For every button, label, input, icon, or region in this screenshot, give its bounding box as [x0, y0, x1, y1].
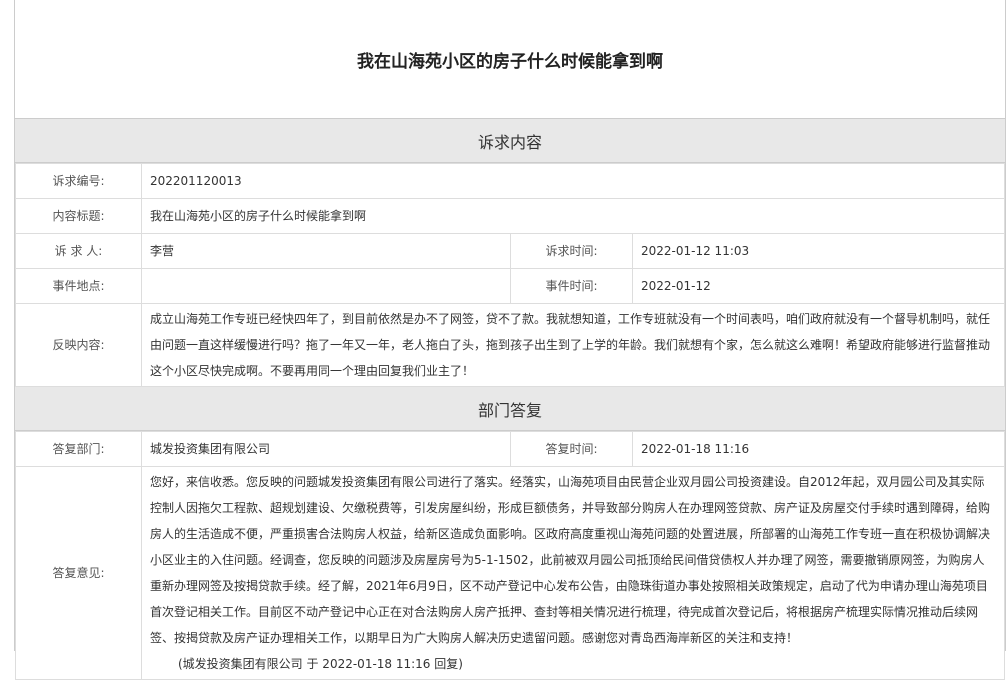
content-value: 成立山海苑工作专班已经快四年了，到目前依然是办不了网签，贷不了款。我就想知道，工…	[141, 303, 1005, 387]
dept-value: 城发投资集团有限公司	[141, 431, 511, 467]
dept-label: 答复部门:	[15, 431, 142, 467]
content-label: 反映内容:	[15, 303, 142, 387]
reply-time-value: 2022-01-18 11:16	[632, 431, 1005, 467]
petition-detail: 我在山海苑小区的房子什么时候能拿到啊 诉求内容 诉求编号: 20220112001…	[14, 0, 1006, 680]
place-value	[141, 268, 511, 304]
person-label: 诉 求 人:	[15, 233, 142, 269]
person-value: 李营	[141, 233, 511, 269]
time-label: 诉求时间:	[510, 233, 633, 269]
event-time-label: 事件时间:	[510, 268, 633, 304]
reply-time-label: 答复时间:	[510, 431, 633, 467]
opinion-text: 您好，来信收悉。您反映的问题城发投资集团有限公司进行了落实。经落实，山海苑项目由…	[150, 475, 991, 645]
opinion-label: 答复意见:	[15, 466, 142, 680]
reply-signature: (城发投资集团有限公司 于 2022-01-18 11:16 回复)	[178, 657, 463, 671]
subject-label: 内容标题:	[15, 198, 142, 234]
id-value: 202201120013	[141, 163, 1005, 199]
event-time-value: 2022-01-12	[632, 268, 1005, 304]
subject-value: 我在山海苑小区的房子什么时候能拿到啊	[141, 198, 1005, 234]
section-header-petition: 诉求内容	[15, 119, 1005, 163]
petition-table: 诉求编号: 202201120013 内容标题: 我在山海苑小区的房子什么时候能拿到…	[15, 163, 1005, 387]
section-header-reply: 部门答复	[15, 387, 1005, 431]
page-title: 我在山海苑小区的房子什么时候能拿到啊	[15, 0, 1005, 119]
reply-table: 答复部门: 城发投资集团有限公司 答复时间: 2022-01-18 11:16 答复意…	[15, 431, 1005, 680]
id-label: 诉求编号:	[15, 163, 142, 199]
place-label: 事件地点:	[15, 268, 142, 304]
time-value: 2022-01-12 11:03	[632, 233, 1005, 269]
